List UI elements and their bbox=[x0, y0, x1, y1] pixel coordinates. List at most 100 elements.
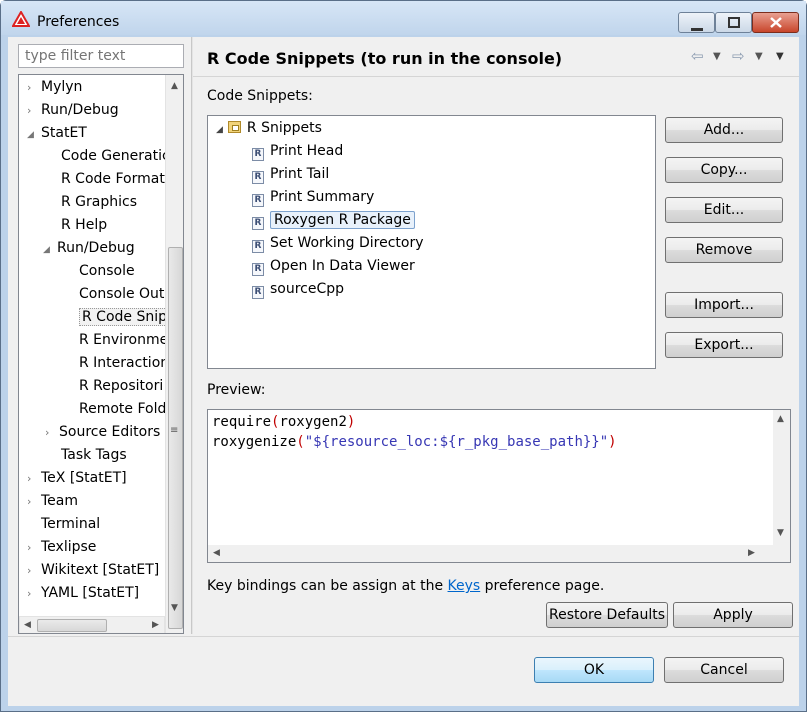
remove-button[interactable]: Remove bbox=[665, 237, 783, 263]
tree-item[interactable]: Console bbox=[79, 260, 135, 282]
maximize-button[interactable] bbox=[715, 12, 752, 33]
expand-chevron-icon[interactable]: › bbox=[27, 560, 41, 582]
snippet-item[interactable]: R Set Working Directory bbox=[252, 233, 424, 254]
tree-item[interactable]: › Team bbox=[27, 490, 78, 512]
tree-item-label: R Interaction bbox=[79, 355, 170, 371]
collapse-icon[interactable]: ◢ bbox=[216, 125, 223, 135]
apply-button[interactable]: Apply bbox=[673, 602, 793, 628]
sash-divider[interactable] bbox=[191, 37, 193, 634]
import-button[interactable]: Import... bbox=[665, 292, 783, 318]
tree-item[interactable]: › Run/Debug bbox=[27, 99, 119, 121]
tree-item-label: R Code Formatt bbox=[61, 171, 171, 187]
back-arrow-icon[interactable]: ⇦ bbox=[691, 47, 704, 65]
tree-item[interactable]: R Help bbox=[61, 214, 107, 236]
back-dropdown-icon[interactable]: ▼ bbox=[713, 51, 721, 62]
scroll-left-icon[interactable]: ◀ bbox=[24, 620, 31, 630]
tree-item[interactable]: Console Outp bbox=[79, 283, 173, 305]
snippet-item[interactable]: R Print Head bbox=[252, 141, 343, 162]
view-menu-icon[interactable]: ▼ bbox=[776, 51, 784, 62]
filter-input[interactable] bbox=[18, 44, 184, 68]
ok-button[interactable]: OK bbox=[534, 657, 654, 683]
key-bindings-text: Key bindings can be assign at the bbox=[207, 578, 448, 594]
tree-horizontal-scrollbar[interactable]: ◀ ▶ bbox=[19, 616, 165, 633]
tree-item[interactable]: ◢ Run/Debug bbox=[43, 237, 135, 259]
tree-item-label: Task Tags bbox=[61, 447, 127, 463]
close-button[interactable] bbox=[752, 12, 799, 33]
tree-item[interactable]: R Graphics bbox=[61, 191, 137, 213]
tree-item[interactable]: R Interaction bbox=[79, 352, 169, 374]
expand-chevron-icon[interactable]: › bbox=[27, 583, 41, 605]
scroll-down-icon[interactable]: ▼ bbox=[171, 603, 178, 613]
tree-item[interactable]: Terminal bbox=[41, 513, 100, 535]
expand-chevron-icon[interactable]: › bbox=[27, 77, 41, 99]
export-button[interactable]: Export... bbox=[665, 332, 783, 358]
scroll-right-icon[interactable]: ▶ bbox=[152, 620, 159, 630]
tree-item[interactable]: ◢ StatET bbox=[27, 122, 87, 144]
tree-item[interactable]: R Code Formatt bbox=[61, 168, 170, 190]
snippet-item[interactable]: R Print Summary bbox=[252, 187, 374, 208]
edit-button[interactable]: Edit... bbox=[665, 197, 783, 223]
keys-link[interactable]: Keys bbox=[448, 578, 481, 594]
cancel-button[interactable]: Cancel bbox=[664, 657, 784, 683]
snippet-label: Print Head bbox=[270, 143, 344, 159]
tree-item[interactable]: › Source Editors bbox=[45, 421, 160, 443]
preview-editor[interactable]: require(roxygen2) roxygenize("${resource… bbox=[207, 409, 791, 563]
expand-chevron-icon[interactable]: › bbox=[27, 491, 41, 513]
preference-tree: › YAML [StatET] › Wikitext [StatET] › Texlips… bbox=[18, 74, 184, 634]
snippet-item[interactable]: RsourceCpp bbox=[252, 279, 344, 300]
tree-item[interactable]: R Code Snipp bbox=[79, 306, 179, 328]
tree-item[interactable]: Task Tags bbox=[61, 444, 127, 466]
title-bar[interactable]: Preferences bbox=[1, 1, 806, 35]
tree-item[interactable]: › Mylyn bbox=[27, 76, 82, 98]
scroll-down-icon[interactable]: ▼ bbox=[777, 528, 784, 538]
snippet-item[interactable]: R Roxygen R Package bbox=[252, 210, 415, 231]
tree-item-label: YAML [StatET] bbox=[41, 585, 140, 601]
key-bindings-note: Key bindings can be assign at the Keys p… bbox=[207, 578, 604, 594]
snippet-label: Open In Data Viewer bbox=[270, 258, 415, 274]
collapse-chevron-icon[interactable]: ◢ bbox=[27, 124, 41, 146]
title-separator bbox=[193, 76, 799, 77]
tree-item-label: Source Editors bbox=[59, 424, 161, 440]
tree-item[interactable]: › Wikitext [StatET] bbox=[27, 559, 159, 581]
expand-chevron-icon[interactable]: › bbox=[27, 468, 41, 490]
tree-item[interactable]: › TeX [StatET] bbox=[27, 467, 127, 489]
preview-label: Preview: bbox=[207, 382, 266, 398]
preview-horizontal-scrollbar[interactable]: ◀ ▶ bbox=[208, 545, 774, 562]
minimize-button[interactable] bbox=[678, 12, 715, 33]
scroll-right-icon[interactable]: ▶ bbox=[748, 548, 755, 558]
code-line-1: require(roxygen2) bbox=[212, 414, 355, 430]
tree-item[interactable]: Remote Fold bbox=[79, 398, 166, 420]
expand-chevron-icon[interactable]: › bbox=[45, 422, 59, 444]
collapse-chevron-icon[interactable]: ◢ bbox=[43, 239, 57, 261]
expand-chevron-icon[interactable]: › bbox=[27, 537, 41, 559]
tree-item[interactable]: › YAML [StatET] bbox=[27, 582, 139, 604]
code-function: require bbox=[212, 414, 272, 430]
scroll-thumb[interactable] bbox=[168, 247, 183, 629]
scroll-up-icon[interactable]: ▲ bbox=[171, 81, 178, 91]
snippet-item[interactable]: R Print Tail bbox=[252, 164, 329, 185]
tree-item[interactable]: › Texlipse bbox=[27, 536, 96, 558]
restore-defaults-button[interactable]: Restore Defaults bbox=[546, 602, 668, 628]
key-bindings-text-end: preference page. bbox=[480, 578, 605, 594]
tree-vertical-scrollbar[interactable]: ▲ ≡ ▼ bbox=[165, 75, 183, 633]
forward-arrow-icon[interactable]: ⇨ bbox=[732, 47, 745, 65]
copy-button[interactable]: Copy... bbox=[665, 157, 783, 183]
h-scroll-thumb[interactable] bbox=[37, 619, 107, 632]
scroll-up-icon[interactable]: ▲ bbox=[777, 414, 784, 424]
snippets-root[interactable]: ◢ R Snippets bbox=[216, 118, 322, 139]
tree-item[interactable]: R Environme bbox=[79, 329, 168, 351]
snippets-tree: ◢ R Snippets R Print Head R Print Tail R Print… bbox=[207, 115, 656, 369]
forward-dropdown-icon[interactable]: ▼ bbox=[755, 51, 763, 62]
add-button[interactable]: Add... bbox=[665, 117, 783, 143]
tree-item[interactable]: Code Generatic bbox=[61, 145, 170, 167]
scroll-left-icon[interactable]: ◀ bbox=[213, 548, 220, 558]
r-snippet-icon: R bbox=[252, 194, 264, 207]
tree-item-label: Run/Debug bbox=[57, 240, 135, 256]
snippet-item[interactable]: R Open In Data Viewer bbox=[252, 256, 415, 277]
preview-vertical-scrollbar[interactable]: ▲ ▼ bbox=[773, 410, 790, 546]
expand-chevron-icon[interactable]: › bbox=[27, 100, 41, 122]
tree-item[interactable]: R Repositori bbox=[79, 375, 163, 397]
r-snippet-icon: R bbox=[252, 171, 264, 184]
minimize-icon bbox=[679, 20, 714, 36]
r-snippet-icon: R bbox=[252, 263, 264, 276]
